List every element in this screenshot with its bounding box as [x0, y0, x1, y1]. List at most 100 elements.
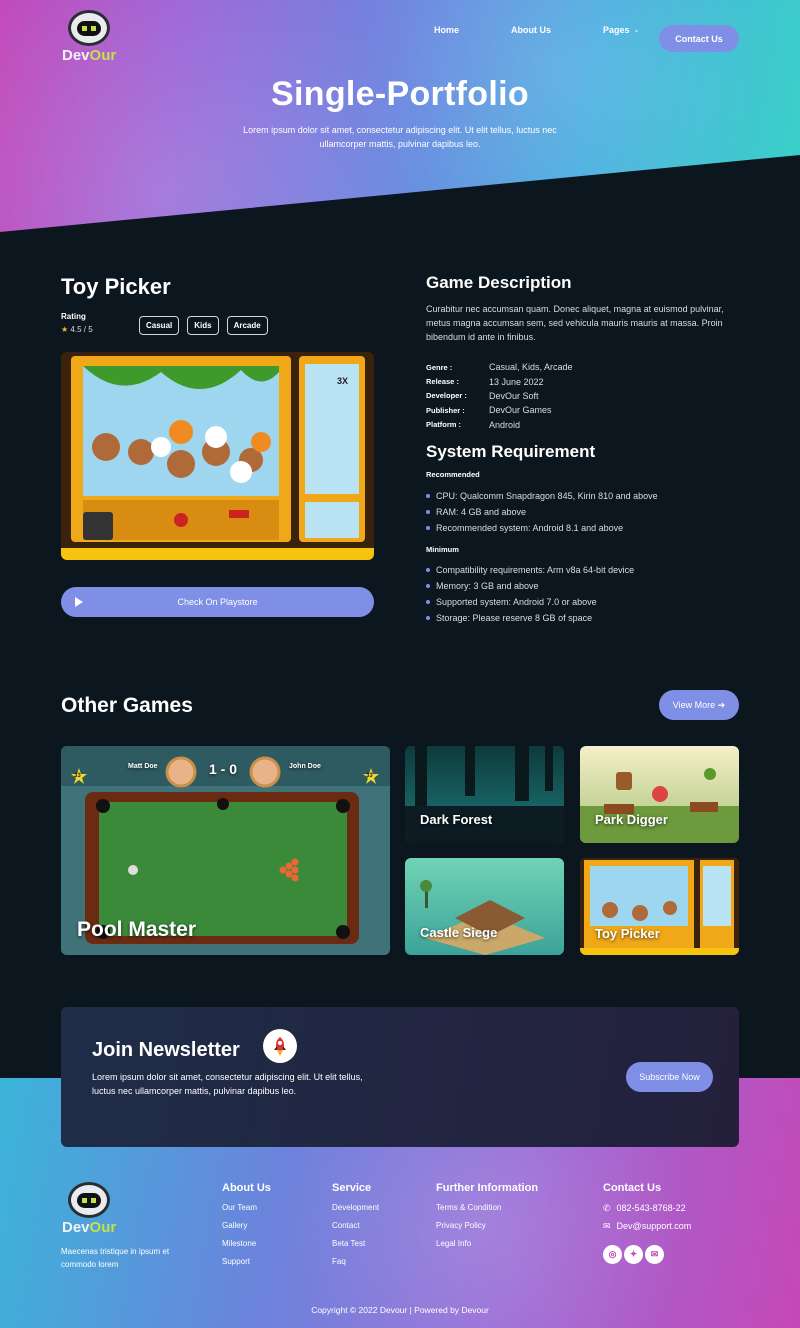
newsletter-box: Join Newsletter Lorem ipsum dolor sit am…: [61, 1007, 739, 1147]
nav-about[interactable]: About Us: [511, 25, 551, 35]
spec-key: Release :: [426, 377, 459, 387]
footer-heading: Service: [332, 1182, 372, 1194]
requirement-item: Storage: Please reserve 8 GB of space: [426, 610, 634, 626]
footer-contact: Contact Us ✆ 082-543-8768-22 ✉ Dev@support…: [603, 1182, 691, 1264]
other-games-heading: Other Games: [61, 694, 193, 717]
spec-key: Genre :: [426, 362, 453, 372]
tag-kids[interactable]: Kids: [187, 316, 219, 335]
game-card-title: Castle Siege: [420, 925, 498, 940]
site-logo[interactable]: DevOur: [62, 10, 116, 64]
playstore-button[interactable]: Check On Playstore: [61, 587, 374, 617]
spec-row: Release : 13 June 2022: [426, 374, 573, 388]
game-card-title: Toy Picker: [595, 926, 660, 941]
footer-link[interactable]: Privacy Policy: [436, 1221, 538, 1239]
footer-further: Further Information Terms & Condition Pr…: [436, 1182, 538, 1257]
recommended-list: CPU: Qualcomm Snapdragon 845, Kirin 810 …: [426, 488, 658, 536]
spec-key: Developer :: [426, 391, 467, 401]
footer-link[interactable]: Legal Info: [436, 1239, 538, 1257]
mail-icon: ✉: [603, 1221, 611, 1231]
description-text: Curabitur nec accumsan quam. Donec aliqu…: [426, 304, 724, 342]
footer-link[interactable]: Faq: [332, 1257, 379, 1275]
footer-service: Service Development Contact Beta Test Fa…: [332, 1182, 379, 1275]
contact-button[interactable]: Contact Us: [659, 25, 739, 52]
game-card-park-digger[interactable]: Park Digger: [580, 746, 739, 843]
contact-phone[interactable]: 082-543-8768-22: [617, 1203, 686, 1213]
mail-social-icon[interactable]: ✉: [645, 1245, 664, 1264]
footer-tagline: Maecenas tristique in ipsum et commodo l…: [61, 1247, 170, 1269]
spec-key: Publisher :: [426, 405, 465, 415]
play-icon: [75, 597, 83, 607]
footer-link[interactable]: Terms & Condition: [436, 1203, 538, 1221]
game-card-dark-forest[interactable]: Dark Forest: [405, 746, 564, 843]
match-score: 1 - 0: [209, 761, 238, 777]
minimum-label: Minimum: [426, 545, 459, 554]
rating-value: 4.5 / 5: [70, 325, 93, 334]
footer-link[interactable]: Beta Test: [332, 1239, 379, 1257]
requirement-item: Supported system: Android 7.0 or above: [426, 594, 634, 610]
spec-value: DevOur Games: [489, 405, 552, 416]
game-title: Toy Picker: [61, 274, 171, 299]
subscribe-button[interactable]: Subscribe Now: [626, 1062, 713, 1092]
hero-subtitle: Lorem ipsum dolor sit amet, consectetur …: [243, 125, 557, 149]
game-card-pool-master[interactable]: Matt Doe John Doe 1 - 0 33 33 Pool Maste…: [61, 746, 390, 955]
logo-text-b: Our: [89, 47, 117, 64]
requirement-item: Memory: 3 GB and above: [426, 578, 634, 594]
requirement-item: RAM: 4 GB and above: [426, 504, 658, 520]
page-title: Single-Portfolio: [271, 75, 529, 113]
twitter-icon[interactable]: ✦: [624, 1245, 643, 1264]
footer-heading: Contact Us: [603, 1182, 662, 1194]
spec-key: Platform :: [426, 420, 462, 430]
rating-label: Rating: [61, 312, 86, 321]
player-two-level: 33: [366, 773, 373, 779]
contact-email[interactable]: Dev@support.com: [617, 1221, 692, 1231]
player-one-level: 33: [74, 773, 81, 779]
spec-list: Genre : Casual, Kids, Arcade Release : 13 J…: [426, 360, 573, 432]
logo-text-b: Our: [89, 1219, 117, 1236]
main-nav: Home About Us Pages ⌄: [420, 25, 639, 35]
tag-arcade[interactable]: Arcade: [226, 316, 268, 335]
star-icon: ★: [61, 325, 69, 334]
recommended-label: Recommended: [426, 470, 480, 479]
player-one-name: Matt Doe: [128, 763, 158, 770]
playstore-button-label: Check On Playstore: [177, 597, 258, 607]
nav-home[interactable]: Home: [434, 25, 459, 35]
description-heading: Game Description: [426, 273, 572, 292]
game-card-title: Park Digger: [595, 812, 668, 827]
footer-heading: About Us: [222, 1182, 271, 1194]
view-more-button[interactable]: View More ➔: [659, 690, 739, 720]
spec-row: Genre : Casual, Kids, Arcade: [426, 360, 573, 374]
robot-logo-icon: [68, 1182, 111, 1218]
game-card-title: Dark Forest: [420, 812, 493, 827]
footer-link[interactable]: Our Team: [222, 1203, 271, 1221]
system-heading: System Requirement: [426, 442, 596, 461]
phone-icon: ✆: [603, 1203, 611, 1213]
tag-casual[interactable]: Casual: [139, 316, 180, 335]
footer-link[interactable]: Milestone: [222, 1239, 271, 1257]
logo-text-a: Dev: [62, 47, 90, 64]
copyright: Copyright © 2022 Devour | Powered by Dev…: [311, 1305, 489, 1315]
dribbble-icon[interactable]: ◎: [603, 1245, 622, 1264]
footer-logo[interactable]: DevOur: [62, 1182, 116, 1236]
footer-heading: Further Information: [436, 1182, 539, 1194]
newsletter-title: Join Newsletter: [92, 1039, 240, 1061]
requirement-item: CPU: Qualcomm Snapdragon 845, Kirin 810 …: [426, 488, 658, 504]
footer-link[interactable]: Gallery: [222, 1221, 271, 1239]
footer-link[interactable]: Development: [332, 1203, 379, 1221]
spec-row: Platform : Android: [426, 418, 573, 432]
minimum-list: Compatibility requirements: Arm v8a 64-b…: [426, 562, 634, 626]
requirement-item: Recommended system: Android 8.1 and abov…: [426, 520, 658, 536]
rocket-icon: [263, 1029, 297, 1063]
nav-pages[interactable]: Pages: [603, 25, 630, 35]
spec-row: Publisher : DevOur Games: [426, 403, 573, 417]
game-card-toy-picker[interactable]: Toy Picker: [580, 858, 739, 955]
footer-link[interactable]: Contact: [332, 1221, 379, 1239]
requirement-item: Compatibility requirements: Arm v8a 64-b…: [426, 562, 634, 578]
multiplier-label: 3X: [337, 376, 348, 386]
game-card-castle-siege[interactable]: Castle Siege: [405, 858, 564, 955]
footer-link[interactable]: Support: [222, 1257, 271, 1275]
chevron-down-icon: ⌄: [633, 27, 640, 34]
game-screenshot: 3X: [61, 352, 374, 560]
spec-value: Android: [489, 419, 521, 430]
spec-value: Casual, Kids, Arcade: [489, 362, 573, 373]
tag-list: Casual Kids Arcade: [139, 315, 276, 335]
